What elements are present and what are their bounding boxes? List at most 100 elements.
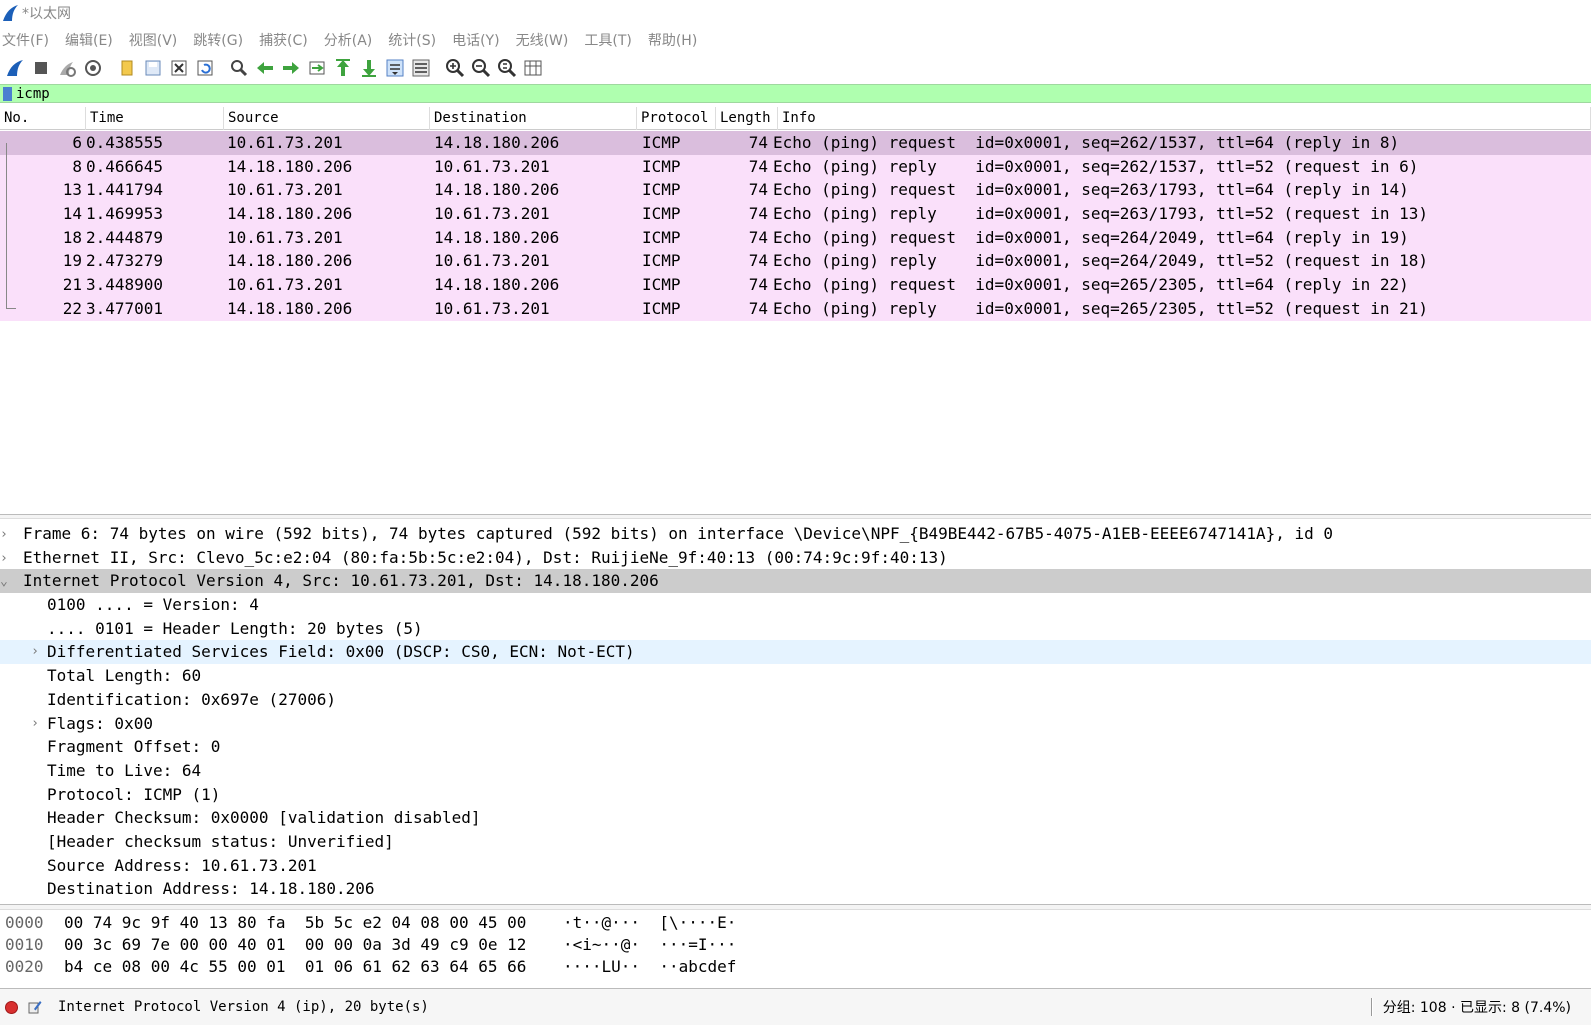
menu-item[interactable]: 工具(T) <box>582 30 639 50</box>
first-packet-icon[interactable] <box>332 57 354 79</box>
detail-tree-item[interactable]: › Frame 6: 74 bytes on wire (592 bits), 7… <box>0 522 1591 546</box>
detail-tree-item[interactable]: Total Length: 60 <box>0 664 1591 688</box>
detail-tree-item[interactable]: Protocol: ICMP (1) <box>0 783 1591 807</box>
find-packet-icon[interactable] <box>228 57 250 79</box>
detail-tree-item[interactable]: › Differentiated Services Field: 0x00 (DS… <box>0 640 1591 665</box>
hex-bytes[interactable]: 00 3c 69 7e 00 00 40 01 00 00 0a 3d 49 c… <box>58 934 563 956</box>
menu-item[interactable]: 统计(S) <box>386 30 444 50</box>
pane-splitter[interactable] <box>0 514 1591 519</box>
cell-dst: 14.18.180.206 <box>434 180 560 200</box>
save-file-icon[interactable] <box>142 57 164 79</box>
column-header-destination[interactable]: Destination <box>430 107 637 130</box>
shark-fin-start-icon[interactable] <box>4 57 26 79</box>
hex-offset[interactable]: 0010 <box>0 934 58 956</box>
zoom-in-icon[interactable] <box>444 57 466 79</box>
close-file-icon[interactable] <box>168 57 190 79</box>
hex-bytes[interactable]: 00 74 9c 9f 40 13 80 fa 5b 5c e2 04 08 0… <box>58 912 563 934</box>
hex-ascii[interactable]: ·t··@··· [\····E· <box>563 912 736 934</box>
menu-item[interactable]: 文件(F) <box>0 30 57 50</box>
zoom-normal-icon[interactable] <box>496 57 518 79</box>
display-filter-input[interactable]: icmp <box>16 86 50 102</box>
title-bar: *以太网 <box>0 0 1591 26</box>
detail-tree-item[interactable]: › Ethernet II, Src: Clevo_5c:e2:04 (80:fa… <box>0 546 1591 570</box>
column-header-length[interactable]: Length <box>716 107 778 130</box>
status-bar: Internet Protocol Version 4 (ip), 20 byt… <box>0 988 1591 1025</box>
go-forward-icon[interactable] <box>280 57 302 79</box>
cell-info: Echo (ping) reply id=0x0001, seq=263/179… <box>773 204 1429 224</box>
detail-tree-item[interactable]: .... 0101 = Header Length: 20 bytes (5) <box>0 617 1591 641</box>
hex-ascii[interactable]: ·<i~··@· ···=I··· <box>563 934 736 956</box>
menu-item[interactable]: 跳转(G) <box>191 30 251 50</box>
collapse-arrow-icon[interactable]: ⌄ <box>0 574 8 589</box>
detail-tree-item[interactable]: Header Checksum: 0x0000 [validation disa… <box>0 806 1591 830</box>
packet-row[interactable]: 22 3.477001 14.18.180.206 10.61.73.201 ICMP 7… <box>0 296 1591 321</box>
cell-len: 74 <box>748 251 768 271</box>
cell-src: 14.18.180.206 <box>227 298 353 318</box>
detail-tree-item[interactable]: Identification: 0x697e (27006) <box>0 688 1591 712</box>
restart-capture-icon[interactable] <box>56 57 78 79</box>
detail-tree-item[interactable]: 0100 .... = Version: 4 <box>0 593 1591 617</box>
column-header-protocol[interactable]: Protocol <box>637 107 716 130</box>
packet-row[interactable]: 8 0.466645 14.18.180.206 10.61.73.201 ICMP 74… <box>0 154 1591 179</box>
expand-arrow-icon[interactable]: › <box>24 712 46 736</box>
hex-offset[interactable]: 0000 <box>0 912 58 934</box>
packet-row[interactable]: 18 2.444879 10.61.73.201 14.18.180.206 ICMP 7… <box>0 225 1591 250</box>
hex-ascii[interactable]: ····LU·· ··abcdef <box>563 956 736 978</box>
expand-arrow-icon[interactable]: › <box>24 640 46 664</box>
colorize-icon[interactable] <box>410 57 432 79</box>
pane-splitter[interactable] <box>0 904 1591 910</box>
detail-tree-item[interactable]: Source Address: 10.61.73.201 <box>0 854 1591 878</box>
bookmark-icon[interactable] <box>3 86 12 101</box>
zoom-out-icon[interactable] <box>470 57 492 79</box>
detail-tree-item[interactable]: Time to Live: 64 <box>0 759 1591 783</box>
menu-item[interactable]: 编辑(E) <box>63 30 121 50</box>
edit-comment-icon[interactable] <box>28 1000 42 1014</box>
cell-proto: ICMP <box>642 133 681 152</box>
resize-columns-icon[interactable] <box>522 57 544 79</box>
menu-item[interactable]: 帮助(H) <box>646 30 705 50</box>
column-header-time[interactable]: Time <box>86 107 224 130</box>
hex-offset[interactable]: 0020 <box>0 956 58 978</box>
cell-time: 1.469953 <box>86 204 164 224</box>
cell-time: 3.448900 <box>86 275 164 295</box>
status-text: Internet Protocol Version 4 (ip), 20 byt… <box>58 999 429 1015</box>
reload-file-icon[interactable] <box>194 57 216 79</box>
packet-bytes-pane: 0000 00 74 9c 9f 40 13 80 fa 5b 5c e2 04 … <box>0 912 1591 978</box>
detail-tree-item[interactable]: Destination Address: 14.18.180.206 <box>0 877 1591 901</box>
expand-arrow-icon[interactable]: › <box>0 551 8 566</box>
open-file-icon[interactable] <box>116 57 138 79</box>
last-packet-icon[interactable] <box>358 57 380 79</box>
go-to-packet-icon[interactable] <box>306 57 328 79</box>
menu-item[interactable]: 分析(A) <box>322 30 381 50</box>
display-filter-bar[interactable]: icmp <box>0 84 1591 103</box>
packet-row[interactable]: 6 0.438555 10.61.73.201 14.18.180.206 ICMP 74… <box>0 131 1591 155</box>
menu-item[interactable]: 电话(Y) <box>450 30 507 50</box>
expert-info-icon[interactable] <box>5 1000 18 1014</box>
menu-item[interactable]: 无线(W) <box>514 30 577 50</box>
detail-tree-item[interactable]: ⌄ Internet Protocol Version 4, Src: 10.61… <box>0 569 1591 594</box>
hex-line: 0000 00 74 9c 9f 40 13 80 fa 5b 5c e2 04 … <box>0 912 1591 934</box>
packet-row[interactable]: 19 2.473279 14.18.180.206 10.61.73.201 ICMP 7… <box>0 249 1591 274</box>
menu-item[interactable]: 捕获(C) <box>257 30 316 50</box>
packet-row[interactable]: 14 1.469953 14.18.180.206 10.61.73.201 ICMP 7… <box>0 202 1591 226</box>
conversation-tree-line <box>6 178 16 203</box>
detail-tree-item[interactable]: › Flags: 0x00 <box>0 712 1591 736</box>
cell-len: 74 <box>748 298 768 318</box>
detail-tree-item[interactable]: [Header checksum status: Unverified] <box>0 830 1591 854</box>
capture-options-icon[interactable] <box>82 57 104 79</box>
hex-bytes[interactable]: b4 ce 08 00 4c 55 00 01 01 06 61 62 63 6… <box>58 956 563 978</box>
detail-text: Header Checksum: 0x0000 [validation disa… <box>47 808 481 828</box>
go-back-icon[interactable] <box>254 57 276 79</box>
column-header-no[interactable]: No. <box>0 107 86 130</box>
packet-row[interactable]: 21 3.448900 10.61.73.201 14.18.180.206 ICMP 7… <box>0 273 1591 297</box>
menu-item[interactable]: 视图(V) <box>127 30 186 50</box>
packet-row[interactable]: 13 1.441794 10.61.73.201 14.18.180.206 ICMP 7… <box>0 178 1591 203</box>
expand-arrow-icon[interactable]: › <box>0 527 8 542</box>
detail-tree-item[interactable]: Fragment Offset: 0 <box>0 735 1591 759</box>
detail-text: Fragment Offset: 0 <box>47 737 221 757</box>
stop-capture-icon[interactable] <box>30 57 52 79</box>
column-header-info[interactable]: Info <box>778 107 1591 130</box>
cell-proto: ICMP <box>642 251 681 271</box>
autoscroll-icon[interactable] <box>384 57 406 79</box>
column-header-source[interactable]: Source <box>224 107 430 130</box>
